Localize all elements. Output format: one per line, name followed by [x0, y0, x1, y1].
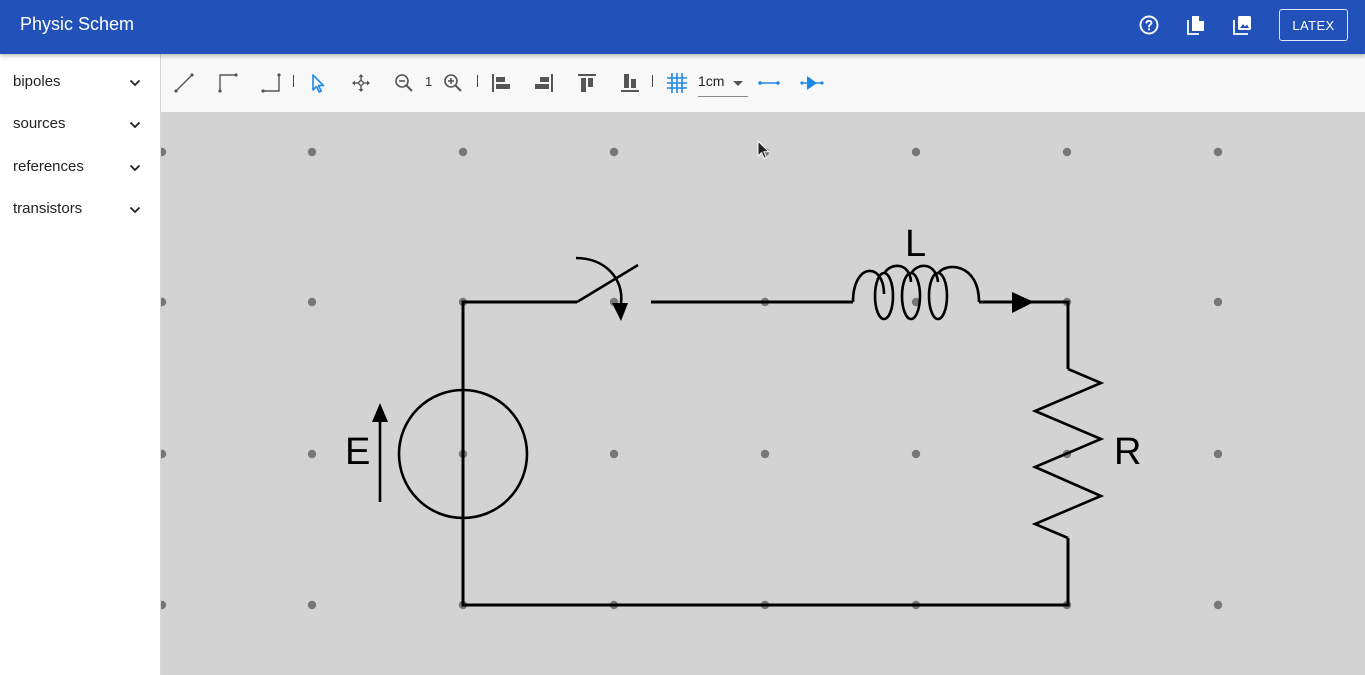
sidebar-item-sources[interactable]: sources — [0, 103, 160, 145]
sidebar-item-bipoles[interactable]: bipoles — [0, 61, 160, 103]
chevron-down-icon — [129, 206, 141, 214]
move-tool[interactable] — [349, 71, 373, 95]
grid-size-select[interactable]: 1cm — [698, 70, 748, 97]
align-right-button[interactable] — [532, 71, 556, 95]
help-circle-icon — [1139, 15, 1159, 35]
voltage-source[interactable] — [372, 388, 529, 520]
grid-dot — [1213, 600, 1223, 610]
grid-dot — [911, 147, 921, 157]
mouse-cursor-icon — [757, 140, 771, 160]
chevron-down-icon — [129, 164, 141, 172]
zoom-in-icon — [444, 74, 462, 92]
grid-dot — [1213, 147, 1223, 157]
grid-icon — [667, 73, 687, 93]
wire-diagonal-icon — [174, 73, 194, 93]
grid-dot — [760, 449, 770, 459]
wire-right-top[interactable] — [979, 300, 1070, 369]
schematic-svg: E L R — [161, 147, 1223, 610]
sidebar-item-label: references — [13, 158, 84, 175]
file-copy-icon — [1187, 16, 1204, 35]
caret-down-icon — [733, 81, 743, 86]
resistor-label[interactable]: R — [1114, 431, 1141, 473]
sidebar-item-label: sources — [13, 115, 66, 132]
align-top-icon — [578, 74, 596, 92]
select-tool[interactable] — [306, 71, 330, 95]
toolbar-separator — [652, 75, 653, 87]
source-label[interactable]: E — [345, 431, 370, 473]
sidebar-item-transistors[interactable]: transistors — [0, 188, 160, 230]
grid-dot — [609, 449, 619, 459]
toolbar-separator — [477, 75, 478, 87]
grid-dot — [161, 600, 167, 610]
zoom-out-icon — [395, 74, 413, 92]
sidebar-item-label: transistors — [13, 200, 83, 217]
wire-diagonal-tool[interactable] — [172, 71, 196, 95]
grid-dot — [458, 147, 468, 157]
grid-dot — [307, 449, 317, 459]
wire-corner-down-tool[interactable] — [259, 71, 283, 95]
connector-tool[interactable] — [757, 71, 781, 95]
chevron-down-icon — [129, 79, 141, 87]
zoom-in-button[interactable] — [441, 71, 465, 95]
align-left-button[interactable] — [489, 71, 513, 95]
zoom-out-button[interactable] — [392, 71, 416, 95]
arrow-direction-icon — [800, 76, 824, 90]
grid-dot — [307, 600, 317, 610]
grid-dot — [609, 147, 619, 157]
help-button[interactable] — [1136, 12, 1162, 38]
grid-dot — [161, 449, 167, 459]
wire-corner-up-tool[interactable] — [216, 71, 240, 95]
sidebar-item-references[interactable]: references — [0, 146, 160, 188]
align-right-icon — [535, 74, 553, 92]
inductor[interactable] — [851, 264, 1034, 321]
grid-toggle-button[interactable] — [665, 71, 689, 95]
latex-button[interactable]: LATEX — [1279, 9, 1348, 41]
image-export-button[interactable] — [1229, 12, 1255, 38]
copy-button[interactable] — [1183, 12, 1209, 38]
app-title: Physic Schem — [20, 14, 135, 34]
move-icon — [352, 74, 370, 92]
align-bottom-button[interactable] — [618, 71, 642, 95]
grid-dot — [307, 147, 317, 157]
image-export-icon — [1233, 16, 1251, 35]
component-sidebar: bipoles sources references transistors — [0, 54, 161, 675]
grid-dot — [307, 297, 317, 307]
schematic-canvas[interactable]: E L R — [161, 112, 1365, 675]
grid-dot — [161, 297, 167, 307]
grid-dot — [1062, 147, 1072, 157]
align-bottom-icon — [621, 74, 639, 92]
wire-corner-down-icon — [261, 73, 281, 93]
app-bar: Physic Schem LATEX — [0, 0, 1365, 54]
inductor-label[interactable]: L — [905, 223, 926, 265]
grid-dot — [1213, 297, 1223, 307]
grid-dot — [161, 147, 167, 157]
grid-dot — [911, 449, 921, 459]
grid-dots — [161, 147, 1223, 610]
arrow-direction-tool[interactable] — [800, 71, 824, 95]
zoom-level: 1 — [425, 74, 433, 89]
select-pointer-icon — [312, 74, 325, 93]
connector-icon — [758, 81, 780, 85]
grid-dot — [1213, 449, 1223, 459]
align-top-button[interactable] — [575, 71, 599, 95]
resistor[interactable] — [1031, 367, 1105, 540]
grid-size-value: 1cm — [698, 73, 725, 89]
switch[interactable] — [575, 256, 639, 321]
toolbar: 1 1cm — [161, 54, 1365, 112]
wire-corner-up-icon — [218, 73, 238, 93]
sidebar-item-label: bipoles — [13, 73, 61, 90]
align-left-icon — [492, 74, 510, 92]
chevron-down-icon — [129, 121, 141, 129]
toolbar-separator — [293, 75, 294, 87]
